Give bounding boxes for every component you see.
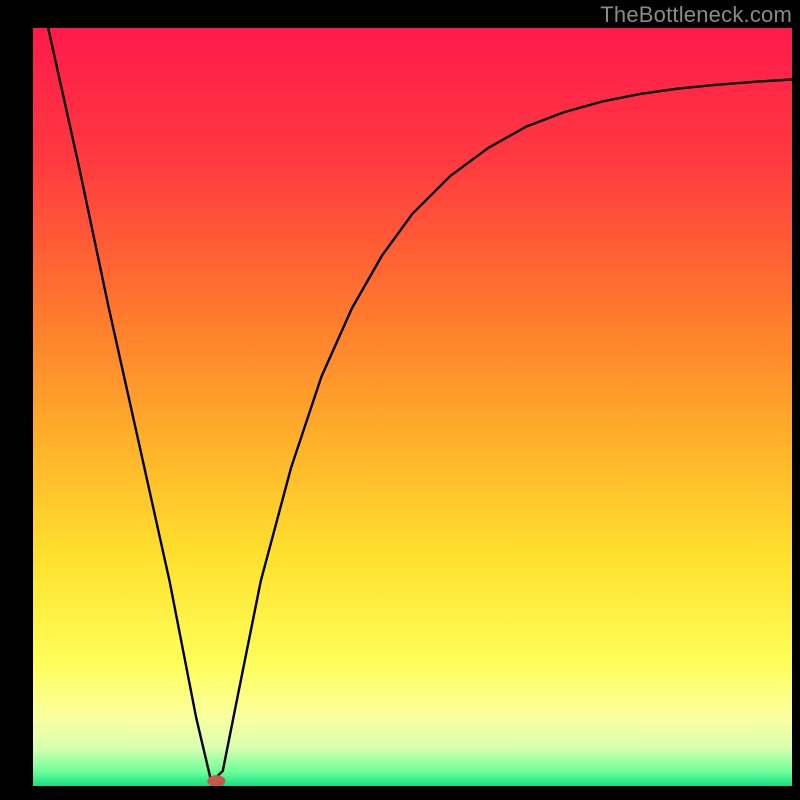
bottleneck-curve: [48, 28, 792, 782]
curve-svg: [33, 28, 792, 786]
plot-area: [33, 28, 792, 786]
chart-frame: TheBottleneck.com: [0, 0, 800, 800]
watermark-text: TheBottleneck.com: [600, 2, 792, 28]
